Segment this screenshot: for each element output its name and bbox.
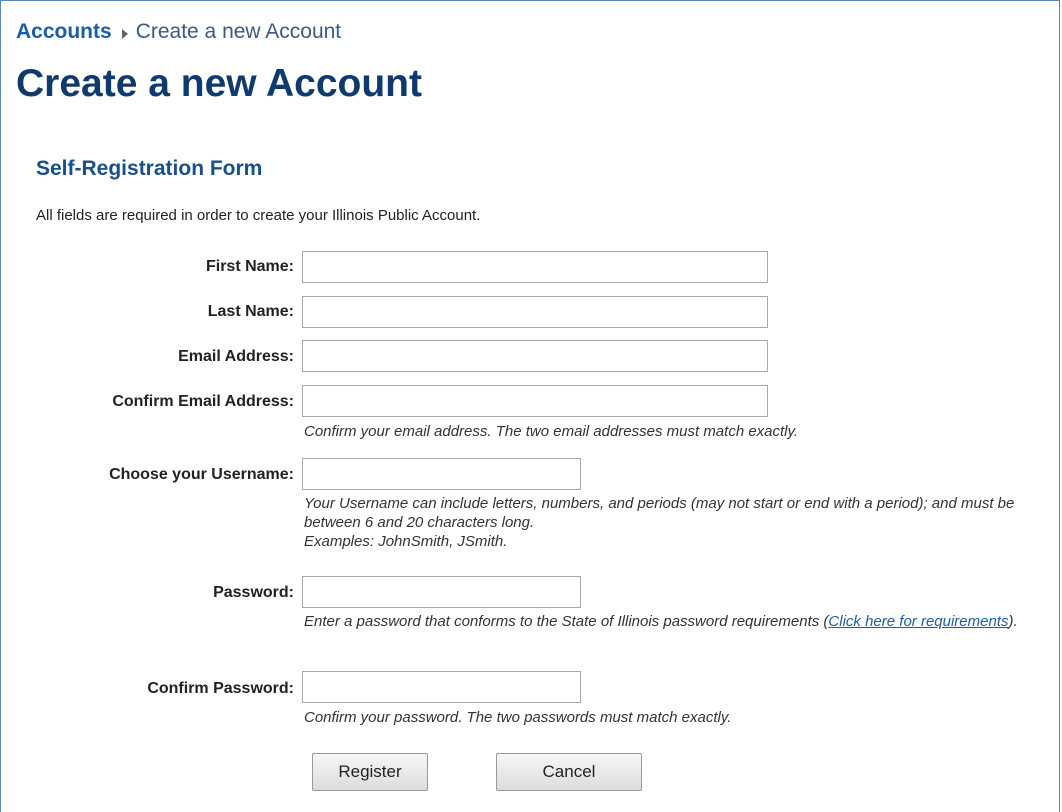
breadcrumb-accounts-link[interactable]: Accounts (16, 20, 112, 43)
first-name-label: First Name: (205, 258, 294, 275)
confirm-email-label: Confirm Email Address: (112, 393, 294, 410)
confirm-password-hint-text: Confirm your password. The two passwords… (304, 709, 732, 726)
confirm-password-input[interactable] (302, 671, 581, 703)
cancel-button[interactable]: Cancel (496, 753, 642, 791)
confirm-email-hint-text: Confirm your email address. The two emai… (304, 423, 799, 440)
register-button[interactable]: Register (312, 753, 428, 791)
page-title: Create a new Account (16, 62, 422, 105)
email-input[interactable] (302, 340, 768, 372)
username-label: Choose your Username: (109, 466, 294, 483)
password-input[interactable] (302, 576, 581, 608)
confirm-password-label: Confirm Password: (147, 680, 294, 697)
confirm-password-hint: Confirm your password. The two passwords… (304, 708, 1056, 727)
password-hint-paragraph: Enter a password that conforms to the St… (304, 612, 1056, 631)
email-label: Email Address: (178, 348, 294, 365)
password-requirements-link[interactable]: Click here for requirements (828, 613, 1008, 630)
username-input[interactable] (302, 458, 581, 490)
username-hint-examples: Examples: JohnSmith, JSmith. (304, 533, 508, 550)
breadcrumb: Accounts Create a new Account (16, 20, 341, 44)
password-hint-suffix: ). (1008, 613, 1018, 630)
username-hint-text: Your Username can include letters, numbe… (304, 495, 1015, 531)
breadcrumb-current: Create a new Account (135, 20, 342, 43)
section-title: Self-Registration Form (36, 157, 263, 180)
breadcrumb-arrow-icon (121, 29, 128, 39)
last-name-label: Last Name: (207, 303, 294, 320)
form-intro-text: All fields are required in order to crea… (36, 207, 481, 224)
password-hint-prefix: Enter a password that conforms to the St… (304, 613, 829, 630)
password-label: Password: (213, 584, 294, 601)
username-hint: Your Username can include letters, numbe… (304, 494, 1056, 551)
first-name-input[interactable] (302, 251, 768, 283)
password-hint: Enter a password that conforms to the St… (304, 612, 1056, 631)
confirm-email-input[interactable] (302, 385, 768, 417)
last-name-input[interactable] (302, 296, 768, 328)
confirm-email-hint: Confirm your email address. The two emai… (304, 422, 1056, 441)
